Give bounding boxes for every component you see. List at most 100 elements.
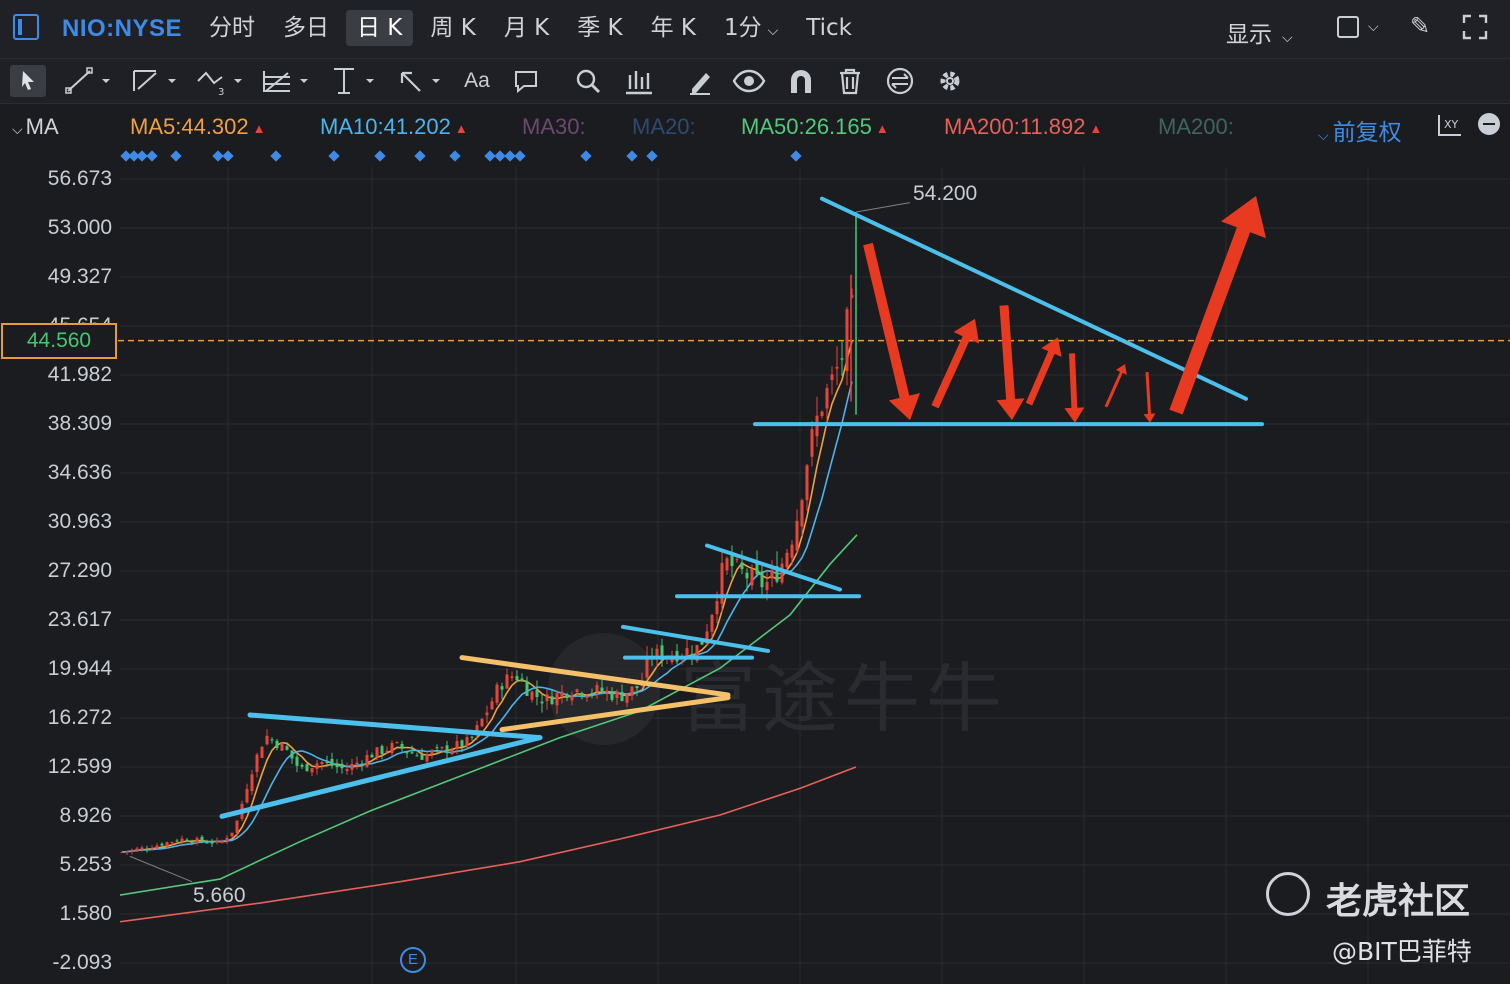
candle-body [515, 676, 519, 681]
ma30-legend[interactable]: MA30: [522, 114, 586, 140]
vertical-line-icon[interactable] [328, 65, 380, 97]
up-arrow-icon: ▲ [1089, 120, 1103, 136]
price-tick-label: 27.290 [47, 559, 112, 582]
ma5-legend[interactable]: MA5:44.302 ▲ [130, 114, 266, 140]
signal-marker [504, 150, 516, 162]
tab-quarterly-k[interactable]: 季 K [566, 10, 633, 46]
ma200b-legend[interactable]: MA200: [1158, 114, 1234, 140]
pen-icon[interactable] [686, 65, 714, 97]
price-adjustment-select[interactable]: ⌵ 前复权 [1318, 113, 1402, 147]
up-arrow-icon: ▲ [875, 120, 889, 136]
ma50-legend[interactable]: MA50:26.165 ▲ [741, 114, 889, 140]
tab-yearly-k[interactable]: 年 K [640, 10, 707, 46]
panel-toggle-icon[interactable] [13, 14, 39, 40]
ma200-legend[interactable]: MA200:11.892 ▲ [944, 114, 1102, 140]
eye-icon[interactable] [732, 65, 766, 97]
line-tool-icon[interactable] [62, 65, 114, 97]
candle-body [405, 752, 409, 754]
candle-body [560, 691, 564, 697]
candle-body [140, 847, 144, 850]
cursor-icon[interactable] [10, 65, 46, 97]
ma20-legend[interactable]: MA20: [632, 114, 696, 140]
ma10-legend[interactable]: MA10:41.202 ▲ [320, 114, 468, 140]
text-tool-icon[interactable]: Aa [458, 65, 496, 97]
candle-body [420, 754, 424, 760]
candlestick-chart[interactable] [0, 147, 1510, 984]
candle-body [340, 763, 344, 769]
stock-symbol[interactable]: NIO:NYSE [62, 15, 182, 43]
low-leader-line [129, 855, 193, 883]
tab-monthly-k[interactable]: 月 K [493, 10, 560, 46]
signal-marker [328, 150, 340, 162]
candle-body [330, 758, 334, 766]
candle-body [510, 676, 514, 679]
drawing-toolbar: 3 Aa [0, 58, 1510, 103]
tab-weekly-k[interactable]: 周 K [419, 10, 486, 46]
candle-body [600, 687, 604, 692]
candle-body [400, 743, 404, 749]
candle-body [465, 737, 469, 746]
indicator-selector[interactable]: ⌵ MA [12, 114, 59, 140]
trendline-yellow [499, 695, 731, 733]
wave-tool-icon[interactable]: 3 [194, 65, 246, 98]
chevron-down-icon[interactable]: ⌵ [1368, 18, 1379, 35]
candle-body [725, 558, 729, 571]
red-arrow-down [1064, 353, 1085, 423]
earnings-event-badge[interactable]: E [400, 947, 426, 973]
sync-icon[interactable] [884, 65, 916, 97]
channel-tool-icon[interactable] [128, 65, 180, 97]
candle-body [530, 691, 534, 700]
fullscreen-icon[interactable] [1462, 14, 1488, 40]
candle-body [270, 739, 274, 741]
display-menu[interactable]: 显示 ⌵ [1226, 15, 1293, 49]
arrow-tool-icon[interactable] [396, 65, 448, 97]
candle-body [630, 686, 634, 696]
candle-body [360, 763, 364, 765]
candle-body [780, 563, 784, 583]
display-menu-label: 显示 [1226, 22, 1272, 48]
period-tabs: 分时 多日 日 K 周 K 月 K 季 K 年 K 1分 ⌵ Tick [198, 10, 869, 46]
candle-body [300, 764, 304, 767]
candle-body [285, 746, 289, 750]
candle-body [690, 653, 694, 656]
price-tick-label: 12.599 [47, 754, 112, 778]
price-tick-label: 1.580 [59, 901, 112, 925]
price-tick-label: 41.982 [47, 362, 112, 386]
tab-1min[interactable]: 1分 ⌵ [713, 10, 789, 46]
candle-body [215, 840, 219, 843]
zoom-icon[interactable] [572, 65, 604, 97]
brush-icon[interactable]: ✎ [1410, 12, 1430, 41]
xy-axis-icon[interactable]: XY [1436, 113, 1464, 137]
indicator-icon[interactable] [622, 65, 654, 97]
comment-icon[interactable] [510, 65, 542, 97]
chart-area[interactable]: 富途牛牛 56.67353.00049.32745.65441.98238.30… [0, 147, 1510, 984]
price-tick-label: 19.944 [47, 657, 112, 680]
magnet-icon[interactable] [786, 65, 816, 97]
candle-body [235, 820, 239, 833]
tab-multi-day[interactable]: 多日 [272, 10, 340, 46]
community-watermark: 老虎社区 [1326, 881, 1471, 922]
price-tick-label: 16.272 [47, 705, 112, 729]
candle-body [195, 838, 199, 844]
tab-daily-k[interactable]: 日 K [346, 10, 414, 46]
candle-body [545, 694, 549, 702]
red-arrow-up [931, 318, 980, 409]
signal-marker [449, 150, 461, 162]
svg-text:XY: XY [1444, 118, 1459, 131]
candle-body [175, 840, 179, 842]
ma10-value: MA10:41.202 [320, 114, 451, 139]
user-drawings [219, 196, 1266, 819]
layout-box-icon[interactable] [1337, 16, 1359, 38]
collapse-icon[interactable] [1478, 113, 1500, 135]
candle-body [165, 842, 169, 847]
candle-body [830, 374, 834, 380]
settings-icon[interactable] [934, 65, 966, 97]
signal-marker [580, 150, 592, 162]
fib-tool-icon[interactable] [260, 65, 312, 97]
candle-body [440, 747, 444, 749]
trash-icon[interactable] [836, 65, 864, 97]
candle-body [575, 689, 579, 692]
tab-tick[interactable]: Tick [795, 10, 863, 46]
tab-intraday[interactable]: 分时 [198, 10, 266, 46]
candle-body [305, 764, 309, 772]
